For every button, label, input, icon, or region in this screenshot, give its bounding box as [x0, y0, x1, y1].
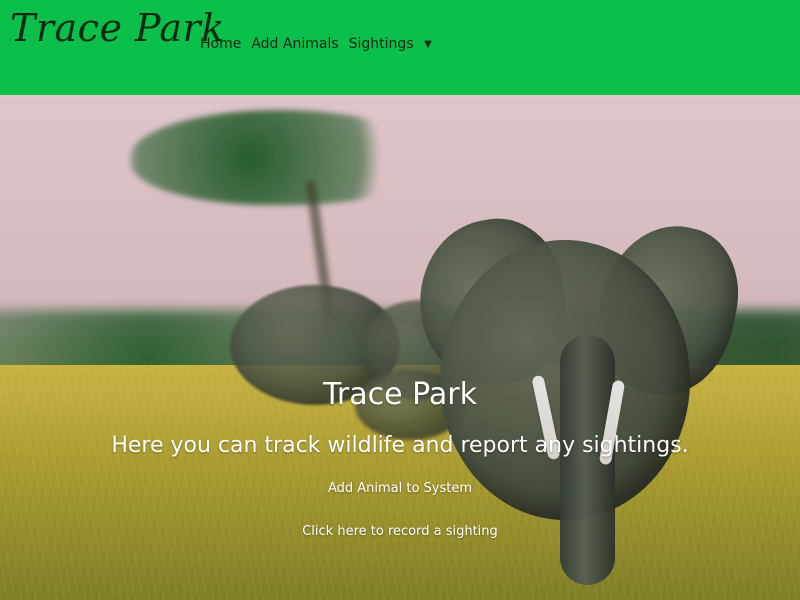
top-navbar: Trace Park Home Add Animals Sightings ▼: [0, 0, 800, 95]
nav-sightings-label: Sightings: [348, 36, 414, 52]
record-sighting-link-container: Click here to record a sighting: [0, 524, 800, 540]
nav-home[interactable]: Home: [200, 36, 241, 52]
nav-add-animals[interactable]: Add Animals: [251, 36, 338, 52]
nav-sightings-dropdown[interactable]: Sightings ▼: [349, 36, 432, 52]
site-logo-text[interactable]: Trace Park: [10, 6, 225, 50]
caret-down-icon: ▼: [424, 39, 432, 50]
primary-nav: Home Add Animals Sightings ▼: [200, 36, 432, 52]
add-animal-link-container: Add Animal to System: [0, 481, 800, 497]
record-sighting-link[interactable]: Click here to record a sighting: [302, 524, 498, 539]
add-animal-link[interactable]: Add Animal to System: [328, 481, 472, 496]
